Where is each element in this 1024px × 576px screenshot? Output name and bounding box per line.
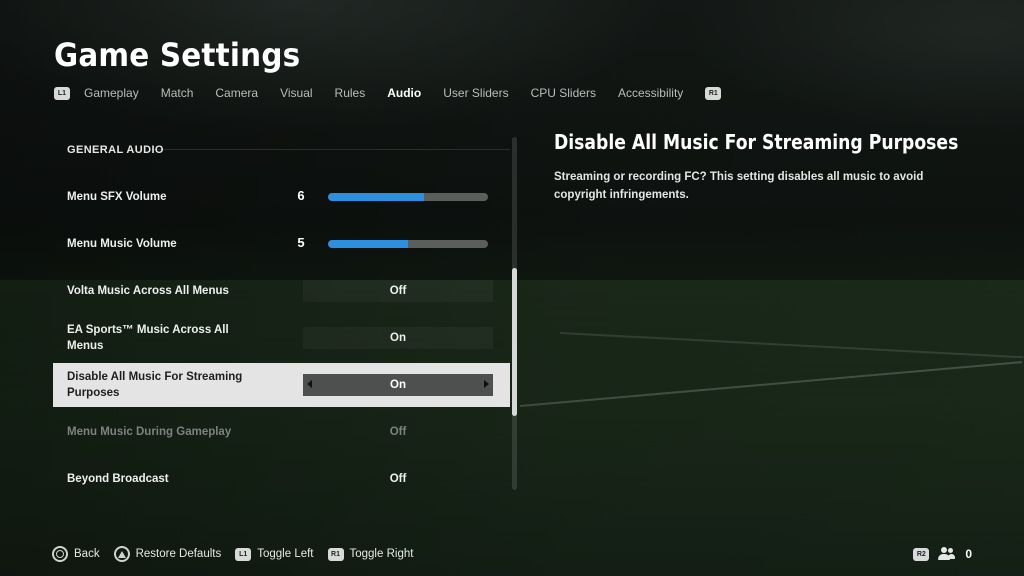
scrollbar[interactable] [512,137,517,490]
tab-match[interactable]: Match [161,86,194,100]
restore-defaults-action[interactable]: Restore Defaults [113,546,222,562]
toggle-selector[interactable]: Off [303,280,493,302]
l1-button-icon[interactable]: L1 [54,86,70,100]
slider-fill [328,240,408,248]
people-icon [937,547,956,561]
setting-row-menu-sfx-volume[interactable]: Menu SFX Volume 6 [53,175,510,219]
toggle-left-action[interactable]: L1 Toggle Left [235,547,314,561]
party-status[interactable]: R2 0 [913,547,972,561]
r2-button-icon: R2 [913,547,930,561]
volume-slider[interactable] [328,193,488,201]
scroll-thumb[interactable] [512,268,517,416]
toggle-left-label: Toggle Left [257,548,314,560]
l1-button-icon: L1 [235,547,252,561]
footer-controls: Back Restore Defaults L1 Toggle Left R1 … [52,545,427,563]
tab-rules[interactable]: Rules [335,86,366,100]
toggle-value: On [390,379,406,391]
slider-value: 6 [297,188,305,203]
triangle-button-icon [113,546,130,562]
toggle-value: Off [389,473,407,485]
section-divider [153,149,510,150]
back-action[interactable]: Back [52,546,100,562]
tab-cpu-sliders[interactable]: CPU Sliders [531,86,596,100]
arrow-left-icon[interactable] [307,380,312,388]
setting-label: Menu Music During Gameplay [67,426,232,438]
arrow-right-icon[interactable] [484,380,489,388]
description-body: Streaming or recording FC? This setting … [554,171,924,201]
toggle-selector[interactable]: On [303,327,493,349]
toggle-value: Off [389,426,407,438]
setting-row-menu-music-volume[interactable]: Menu Music Volume 5 [53,222,510,266]
toggle-right-action[interactable]: R1 Toggle Right [327,547,414,561]
party-count: 0 [965,547,972,561]
setting-row-beyond-broadcast[interactable]: Beyond Broadcast Off [53,457,510,501]
setting-label: Volta Music Across All Menus [67,285,229,297]
tab-bar: L1 Gameplay Match Camera Visual Rules Au… [54,84,722,102]
tab-visual[interactable]: Visual [280,86,312,100]
toggle-selector: Off [303,421,493,443]
toggle-selector[interactable]: On [303,374,493,396]
setting-label: Beyond Broadcast [67,473,169,485]
tab-gameplay[interactable]: Gameplay [84,86,139,100]
circle-button-icon [52,546,68,562]
setting-label: EA Sports™ Music Across All Menus [67,324,229,352]
page-title: Game Settings [54,36,301,74]
setting-row-disable-music-streaming[interactable]: Disable All Music For Streaming Purposes… [53,363,510,407]
slider-fill [328,193,424,201]
section-header: GENERAL AUDIO [67,144,164,156]
tab-user-sliders[interactable]: User Sliders [443,86,508,100]
setting-row-volta-music[interactable]: Volta Music Across All Menus Off [53,269,510,313]
tab-audio[interactable]: Audio [387,86,421,100]
r1-button-icon: R1 [327,547,344,561]
toggle-selector[interactable]: Off [303,468,493,490]
r1-button-icon[interactable]: R1 [705,86,722,100]
slider-value: 5 [297,235,305,250]
back-label: Back [74,548,100,560]
setting-label: Menu SFX Volume [67,191,167,203]
setting-row-ea-sports-music[interactable]: EA Sports™ Music Across All Menus On [53,316,510,360]
setting-row-menu-music-gameplay: Menu Music During Gameplay Off [53,410,510,454]
setting-label: Disable All Music For Streaming Purposes [67,371,243,399]
toggle-right-label: Toggle Right [349,548,414,560]
description-title: Disable All Music For Streaming Purposes [554,130,959,154]
tab-accessibility[interactable]: Accessibility [618,86,683,100]
toggle-value: Off [389,285,407,297]
restore-label: Restore Defaults [135,548,222,560]
toggle-value: On [390,332,406,344]
tab-camera[interactable]: Camera [215,86,258,100]
volume-slider[interactable] [328,240,488,248]
setting-label: Menu Music Volume [67,238,177,250]
